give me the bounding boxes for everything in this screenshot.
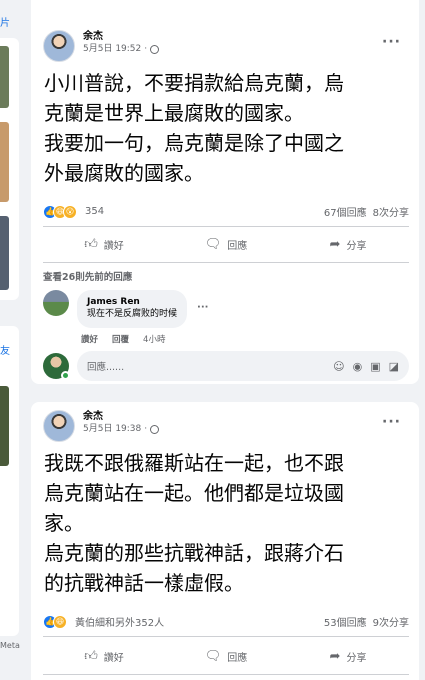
share-icon: ➦ xyxy=(329,236,341,252)
side-meta-text: Meta xyxy=(0,641,20,650)
comment-more-icon[interactable]: ··· xyxy=(197,302,208,313)
share-button[interactable]: ➦ 分享 xyxy=(287,642,409,670)
post-actions: 👍︎ 讚好 🗨︎ 回應 ➦ 分享 xyxy=(43,230,409,258)
post-card-1: 余杰 5月5日 19:52 · ··· 小川普說，不要捐款給烏克蘭，烏 克蘭是世… xyxy=(31,0,419,384)
divider xyxy=(43,226,409,227)
commenter-avatar[interactable] xyxy=(43,290,69,316)
comments-count[interactable]: 53個回應 xyxy=(324,614,367,629)
share-label: 分享 xyxy=(346,240,367,252)
side-label-a[interactable]: 片 xyxy=(0,14,10,29)
author-name[interactable]: 余杰 xyxy=(83,410,159,423)
reaction-icons[interactable]: 👍 😆 😮 xyxy=(43,204,77,219)
comment-button[interactable]: 🗨︎ 回應 xyxy=(165,230,287,258)
comment-label: 回應 xyxy=(227,652,248,664)
like-label: 讚好 xyxy=(103,240,124,252)
divider xyxy=(43,674,409,675)
comment-label: 回應 xyxy=(227,240,248,252)
author-name[interactable]: 余杰 xyxy=(83,30,159,43)
sticker-icon[interactable]: ◪ xyxy=(389,360,399,373)
current-user-avatar[interactable] xyxy=(43,353,70,380)
side-photo-1[interactable] xyxy=(0,46,9,108)
comment-button[interactable]: 🗨︎ 回應 xyxy=(165,642,287,670)
wow-reaction-icon: 😮 xyxy=(63,204,77,219)
side-photo-4[interactable] xyxy=(0,386,9,466)
post-header: 余杰 5月5日 19:52 · xyxy=(43,30,160,62)
comment-text: 现在不是反腐败的时候 xyxy=(87,309,178,319)
reaction-summary[interactable]: 黃伯細和另外352人 xyxy=(75,614,164,629)
write-comment-row: 回應...... ☺ ◉ ▣ ◪ xyxy=(43,351,409,381)
comment-like-link[interactable]: 讚好 xyxy=(81,333,98,345)
divider xyxy=(43,262,409,263)
like-label: 讚好 xyxy=(103,652,124,664)
reaction-icons[interactable]: 👍 😆 xyxy=(43,614,67,629)
post-line: 烏克蘭的那些抗戰神話，跟蔣介石 xyxy=(44,541,344,565)
side-photo-2[interactable] xyxy=(0,122,9,202)
left-column-strip: 片 友 Meta xyxy=(0,0,20,680)
shares-count[interactable]: 9次分享 xyxy=(373,614,409,629)
post-date[interactable]: 5月5日 19:38 xyxy=(83,423,141,436)
like-button[interactable]: 👍︎ 讚好 xyxy=(43,642,165,670)
globe-icon xyxy=(150,425,160,434)
post-line: 我既不跟俄羅斯站在一起，也不跟 xyxy=(44,451,344,475)
comment-input-placeholder: 回應...... xyxy=(87,362,125,373)
comment-time[interactable]: 4小時 xyxy=(143,333,165,345)
reactions-bar: 👍 😆 😮 354 67個回應 8次分享 xyxy=(43,204,409,219)
share-icon: ➦ xyxy=(329,648,341,664)
haha-reaction-icon: 😆 xyxy=(53,614,67,629)
reactions-bar: 👍 😆 黃伯細和另外352人 53個回應 9次分享 xyxy=(43,614,409,629)
author-avatar[interactable] xyxy=(43,30,75,62)
side-photo-3[interactable] xyxy=(0,216,9,290)
side-label-b[interactable]: 友 xyxy=(0,342,10,357)
like-button[interactable]: 👍︎ 讚好 xyxy=(43,230,165,258)
post-date[interactable]: 5月5日 19:52 xyxy=(83,43,141,56)
divider xyxy=(43,636,409,637)
share-button[interactable]: ➦ 分享 xyxy=(287,230,409,258)
post-body: 小川普說，不要捐款給烏克蘭，烏 克蘭是世界上最腐敗的國家。 我要加一句，烏克蘭是… xyxy=(44,68,409,188)
shares-count[interactable]: 8次分享 xyxy=(373,204,409,219)
post-actions: 👍︎ 讚好 🗨︎ 回應 ➦ 分享 xyxy=(43,642,409,670)
thumbs-up-icon: 👍︎ xyxy=(84,236,98,252)
online-status-icon xyxy=(61,371,70,380)
comments-count[interactable]: 67個回應 xyxy=(324,204,367,219)
view-previous-comments-link[interactable]: 查看26則先前的回應 xyxy=(43,269,132,283)
comment-item: James Ren 现在不是反腐败的时候 ··· xyxy=(43,290,208,328)
comment-icon: 🗨︎ xyxy=(204,236,222,252)
side-card-bottom: 友 xyxy=(0,326,19,636)
post-card-2: 余杰 5月5日 19:38 · ··· 我既不跟俄羅斯站在一起，也不跟 烏克蘭站… xyxy=(31,402,419,680)
comment-icon: 🗨︎ xyxy=(204,648,222,664)
post-line: 外最腐敗的國家。 xyxy=(44,161,204,185)
comment-bubble: James Ren 现在不是反腐败的时候 xyxy=(77,290,188,328)
share-label: 分享 xyxy=(346,652,367,664)
post-line: 我要加一句，烏克蘭是除了中國之 xyxy=(44,131,344,155)
post-line: 克蘭是世界上最腐敗的國家。 xyxy=(44,101,304,125)
reaction-count[interactable]: 354 xyxy=(85,206,104,217)
emoji-icon[interactable]: ☺ xyxy=(333,360,344,373)
post-body: 我既不跟俄羅斯站在一起，也不跟 烏克蘭站在一起。他們都是垃圾國 家。 烏克蘭的那… xyxy=(44,448,409,598)
thumbs-up-icon: 👍︎ xyxy=(84,648,98,664)
author-avatar[interactable] xyxy=(43,410,75,442)
post-header: 余杰 5月5日 19:38 · xyxy=(43,410,160,442)
globe-icon xyxy=(150,45,160,54)
post-line: 小川普說，不要捐款給烏克蘭，烏 xyxy=(44,71,344,95)
post-line: 的抗戰神話一樣虛假。 xyxy=(44,571,244,595)
commenter-name[interactable]: James Ren xyxy=(87,296,177,308)
comment-actions: 讚好 回覆 4小時 xyxy=(81,333,165,345)
more-options-icon[interactable]: ··· xyxy=(382,414,401,430)
more-options-icon[interactable]: ··· xyxy=(382,34,401,50)
comment-reply-link[interactable]: 回覆 xyxy=(112,333,129,345)
post-line: 烏克蘭站在一起。他們都是垃圾國 xyxy=(44,481,344,505)
gif-icon[interactable]: ▣ xyxy=(370,360,380,373)
camera-icon[interactable]: ◉ xyxy=(353,360,363,373)
side-card-top xyxy=(0,38,19,300)
comment-input[interactable]: 回應...... ☺ ◉ ▣ ◪ xyxy=(77,351,409,381)
post-line: 家。 xyxy=(44,511,84,535)
